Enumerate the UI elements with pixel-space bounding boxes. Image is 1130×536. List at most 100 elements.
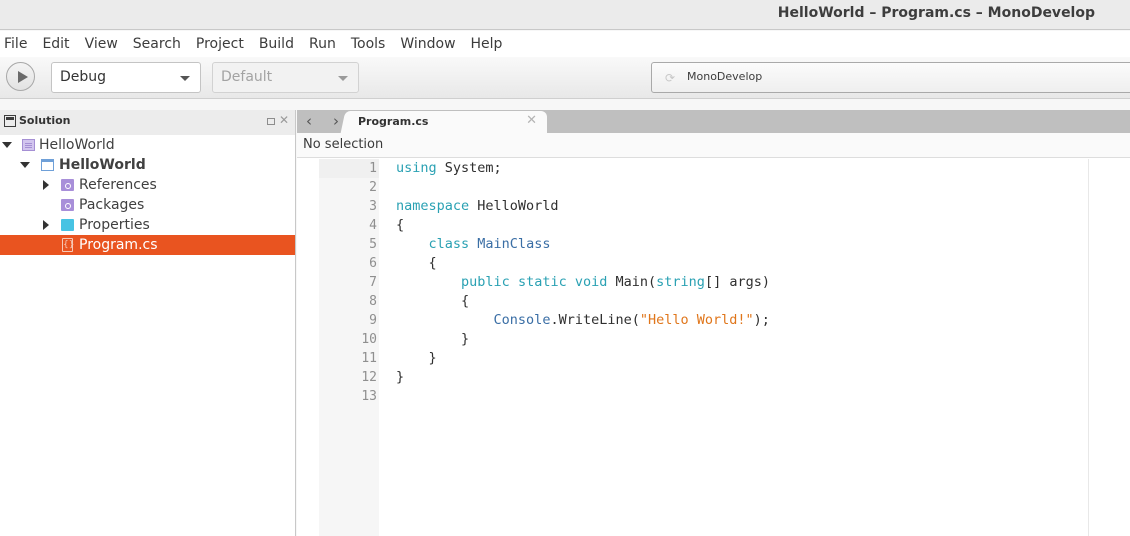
status-message: MonoDevelop	[687, 70, 763, 83]
menu-edit[interactable]: Edit	[42, 36, 69, 52]
menu-run[interactable]: Run	[309, 36, 336, 52]
menu-project[interactable]: Project	[196, 36, 244, 52]
play-icon	[18, 71, 28, 83]
line-number: 6	[369, 256, 377, 271]
code-line[interactable]: {	[396, 216, 404, 235]
line-number: 5	[369, 237, 377, 252]
code-text: {	[396, 217, 405, 233]
line-number: 2	[369, 180, 377, 195]
code-line[interactable]: }	[396, 330, 469, 349]
line-number: 4	[369, 218, 377, 233]
menu-file[interactable]: File	[4, 36, 27, 52]
line-number: 10	[361, 332, 377, 347]
solution-pad-icon	[4, 115, 16, 127]
menu-search[interactable]: Search	[133, 36, 181, 52]
column-ruler	[1088, 159, 1089, 536]
close-icon[interactable]: ✕	[279, 113, 289, 127]
tree-item-label: HelloWorld	[59, 157, 146, 173]
window-title: HelloWorld – Program.cs – MonoDevelop	[777, 5, 1095, 21]
tree-item-project[interactable]: HelloWorld	[0, 155, 295, 175]
title-bar: HelloWorld – Program.cs – MonoDevelop	[0, 0, 1130, 30]
tab-program-cs[interactable]: Program.cs ✕	[347, 111, 547, 133]
configuration-value: Debug	[60, 69, 107, 85]
menu-bar: File Edit View Search Project Build Run …	[0, 31, 1130, 57]
code-keyword: string	[656, 274, 705, 290]
solution-pad: Solution ✕ HelloWorld HelloWorld Referen…	[0, 110, 296, 536]
code-line[interactable]: Console.WriteLine("Hello World!");	[396, 311, 770, 330]
code-type: Console	[493, 312, 551, 328]
maximize-icon[interactable]	[267, 118, 275, 125]
spinner-icon: ⟳	[665, 71, 676, 85]
code-keyword: class	[428, 236, 470, 252]
line-number: 9	[369, 313, 377, 328]
code-editor[interactable]: 1 using System; 2 3 namespace HelloWorld 4{5 …	[297, 159, 1130, 536]
tab-label: Program.cs	[358, 115, 429, 128]
editor-area: ‹ › Program.cs ✕ No selection 1 using Sys…	[297, 110, 1130, 536]
expander-open-icon[interactable]	[20, 162, 30, 168]
code-keyword: static	[517, 274, 567, 290]
code-line[interactable]: using System;	[396, 159, 502, 178]
menu-tools[interactable]: Tools	[351, 36, 386, 52]
chevron-right-icon[interactable]: ›	[333, 112, 339, 130]
expander-closed-icon[interactable]	[43, 180, 49, 190]
packages-folder-icon	[61, 199, 74, 211]
code-text: HelloWorld	[469, 198, 559, 214]
line-number: 12	[361, 370, 377, 385]
chevron-left-icon[interactable]: ‹	[306, 112, 312, 130]
code-keyword: void	[574, 274, 608, 290]
gutter-margin	[297, 159, 319, 536]
tree-item-label: References	[79, 177, 157, 193]
code-text: .WriteLine(	[550, 312, 640, 328]
run-button[interactable]	[6, 62, 35, 91]
tree-item-program-cs[interactable]: {} Program.cs	[0, 235, 295, 255]
code-string: "Hello World!"	[639, 312, 754, 328]
code-text: Main(	[607, 274, 657, 290]
code-line[interactable]: }	[396, 349, 437, 368]
expander-closed-icon[interactable]	[43, 220, 49, 230]
code-text: {	[396, 255, 437, 271]
solution-icon	[22, 139, 35, 151]
code-keyword: public	[461, 274, 510, 290]
folder-icon	[61, 219, 74, 231]
code-text: }	[396, 350, 437, 366]
code-text: );	[753, 312, 770, 328]
tree-item-packages[interactable]: Packages	[0, 195, 295, 215]
code-text: }	[396, 369, 405, 385]
configuration-select[interactable]: Debug	[51, 62, 201, 93]
code-keyword: namespace	[396, 198, 470, 214]
code-line[interactable]: public static void Main(string[] args)	[396, 273, 770, 292]
menu-help[interactable]: Help	[471, 36, 503, 52]
line-number: 13	[361, 389, 377, 404]
code-line[interactable]: {	[396, 254, 437, 273]
tree-item-label: Properties	[79, 217, 150, 233]
line-number: 11	[361, 351, 377, 366]
tree-item-label: Program.cs	[79, 237, 158, 253]
path-bar: No selection	[297, 133, 1130, 158]
expander-open-icon[interactable]	[2, 142, 12, 148]
close-icon[interactable]: ✕	[526, 113, 537, 128]
run-target-select[interactable]: Default	[212, 62, 359, 93]
menu-build[interactable]: Build	[259, 36, 294, 52]
menu-view[interactable]: View	[85, 36, 118, 52]
code-type: MainClass	[477, 236, 551, 252]
code-text: {	[396, 293, 470, 309]
status-area: ⟳ MonoDevelop	[651, 62, 1130, 93]
code-text: System;	[436, 160, 502, 176]
solution-pad-header: Solution ✕	[0, 110, 295, 135]
path-bar-text[interactable]: No selection	[303, 137, 383, 152]
references-folder-icon	[61, 179, 74, 191]
code-line[interactable]: class MainClass	[396, 235, 551, 254]
code-line[interactable]: }	[396, 368, 404, 387]
menu-window[interactable]: Window	[400, 36, 455, 52]
code-line[interactable]: {	[396, 292, 469, 311]
line-number: 1	[369, 161, 377, 176]
document-tab-strip: ‹ › Program.cs ✕	[297, 110, 1130, 133]
tree-item-solution[interactable]: HelloWorld	[0, 135, 295, 155]
tree-item-properties[interactable]: Properties	[0, 215, 295, 235]
code-line[interactable]: namespace HelloWorld	[396, 197, 559, 216]
tree-item-references[interactable]: References	[0, 175, 295, 195]
